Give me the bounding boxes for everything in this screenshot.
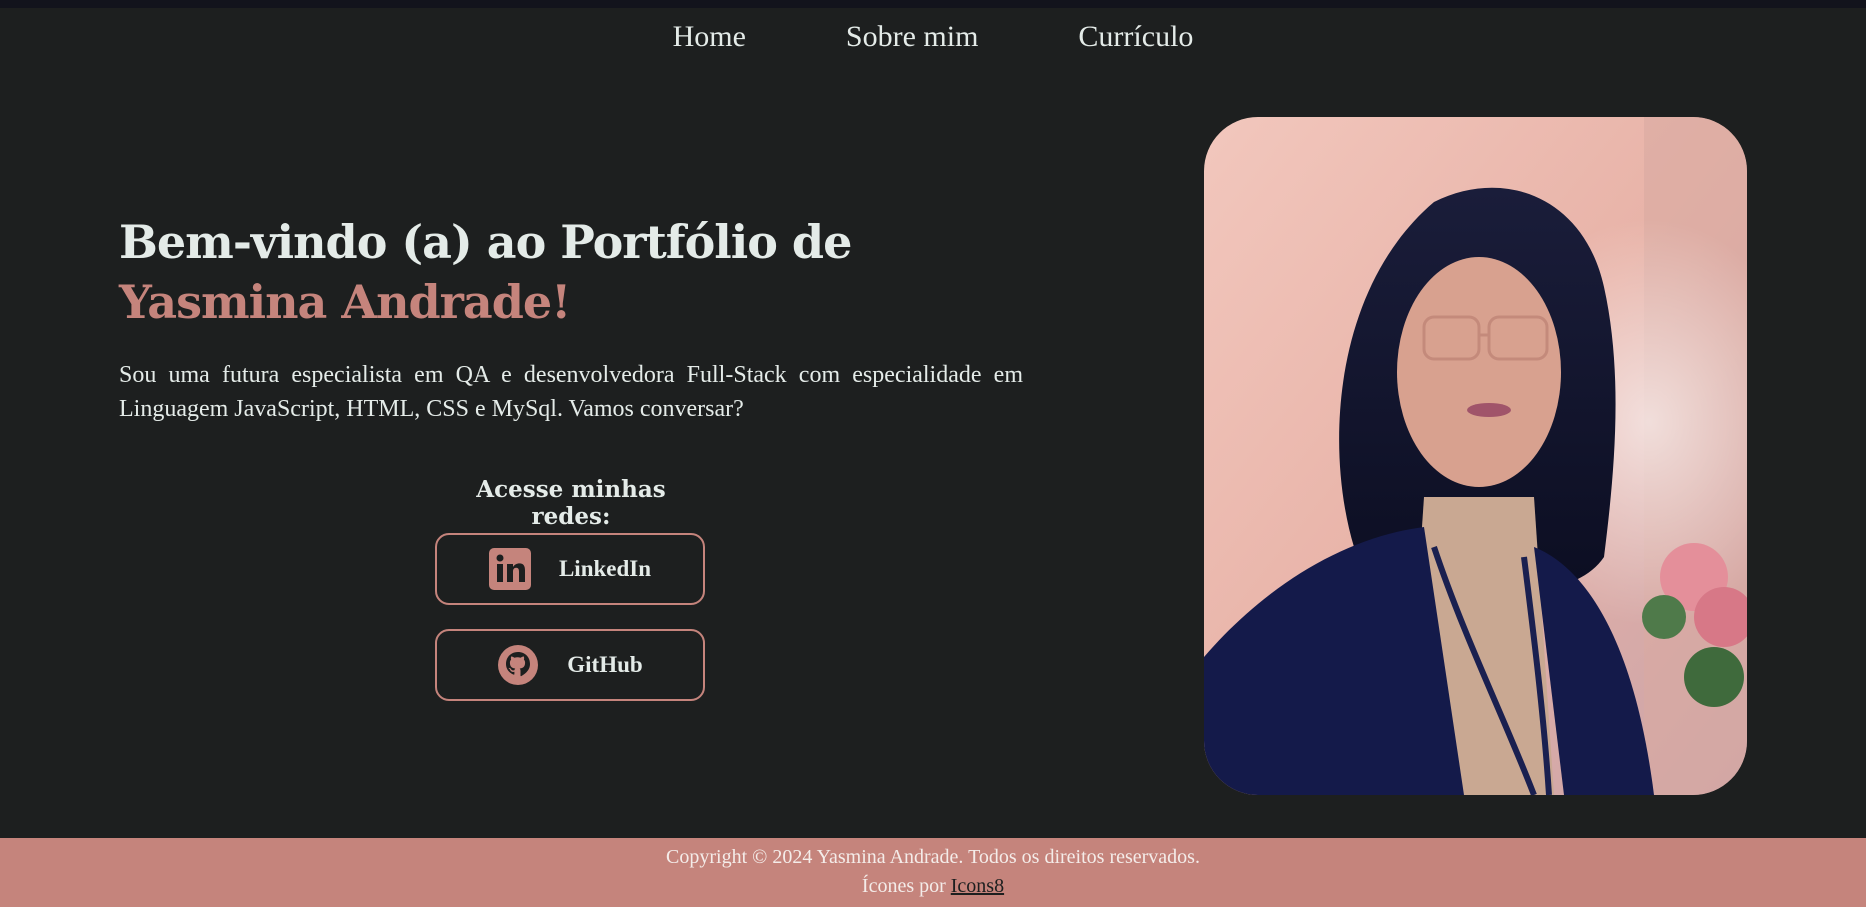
title-name: Yasmina Andrade! (119, 275, 571, 329)
icons8-link[interactable]: Icons8 (951, 875, 1004, 897)
main-nav: Home Sobre mim Currículo (0, 20, 1866, 54)
footer-copyright: Copyright © 2024 Yasmina Andrade. Todos … (666, 846, 1200, 868)
profile-photo (1204, 117, 1747, 795)
nav-sobre-mim[interactable]: Sobre mim (846, 20, 979, 54)
top-strip (0, 0, 1866, 8)
page-title: Bem-vindo (a) ao Portfólio de Yasmina An… (119, 212, 1059, 332)
social-heading: Acesse minhas redes: (476, 476, 666, 530)
linkedin-button[interactable]: LinkedIn (435, 533, 705, 605)
linkedin-label: LinkedIn (558, 556, 652, 581)
footer: Copyright © 2024 Yasmina Andrade. Todos … (0, 838, 1866, 907)
nav-curriculo[interactable]: Currículo (1078, 20, 1193, 54)
icons-credit-prefix: Ícones por (861, 875, 951, 897)
github-icon (497, 644, 539, 686)
github-label: GitHub (567, 652, 643, 677)
footer-credits: Ícones por Icons8 (0, 872, 1866, 901)
linkedin-icon (488, 548, 531, 590)
intro-text: Sou uma futura especialista em QA e dese… (119, 362, 1023, 422)
github-button[interactable]: GitHub (435, 629, 705, 701)
nav-home[interactable]: Home (673, 20, 746, 54)
title-prefix: Bem-vindo (a) ao Portfólio de (119, 215, 852, 269)
